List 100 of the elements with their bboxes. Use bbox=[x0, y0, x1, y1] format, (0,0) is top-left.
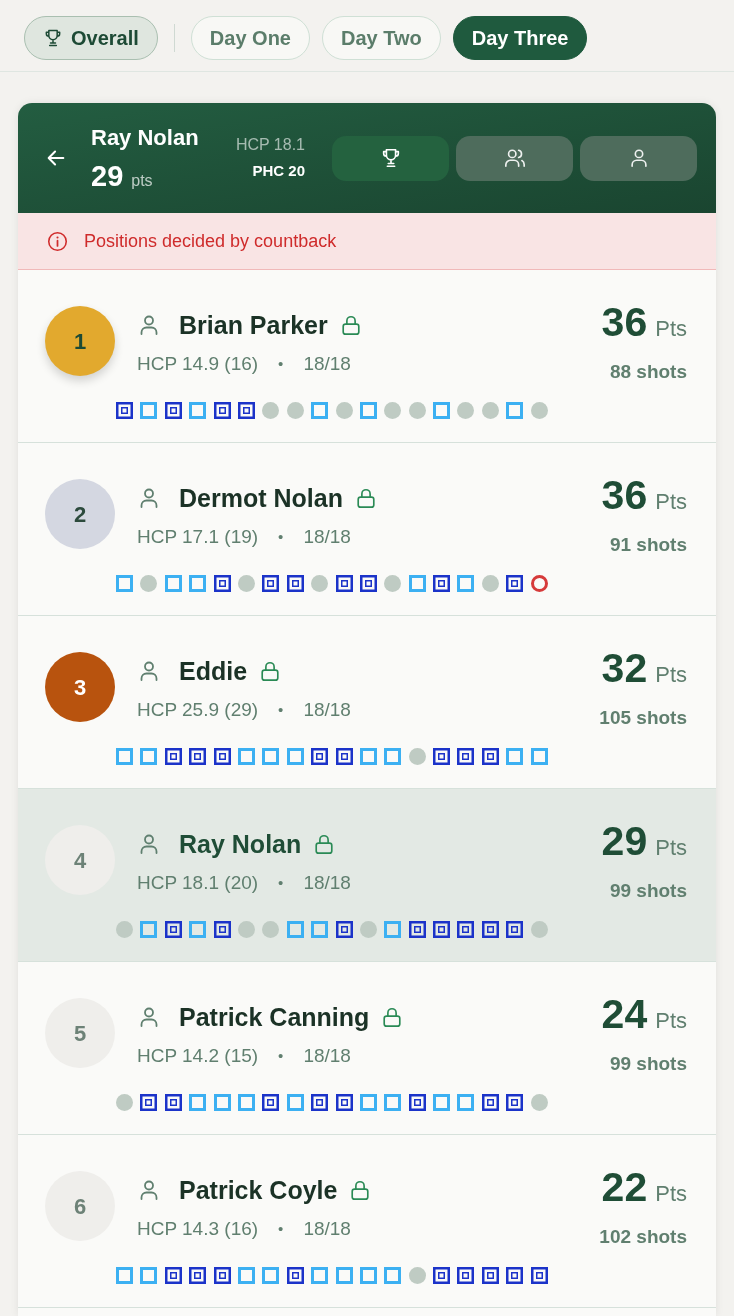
dot-icon bbox=[286, 402, 304, 419]
square-icon bbox=[213, 1094, 231, 1111]
double-square-icon bbox=[433, 575, 451, 592]
double-square-icon bbox=[481, 1267, 499, 1284]
dot-icon bbox=[408, 402, 426, 419]
handicap-text: HCP 18.1 bbox=[235, 135, 305, 155]
square-icon bbox=[506, 402, 524, 419]
dot-icon bbox=[384, 575, 402, 592]
double-square-icon bbox=[237, 402, 255, 419]
position-badge: 2 bbox=[45, 479, 115, 549]
square-icon bbox=[286, 748, 304, 765]
shots-count: 91 shots bbox=[609, 533, 687, 557]
dot-icon bbox=[530, 921, 548, 938]
double-square-icon bbox=[457, 1267, 475, 1284]
square-icon bbox=[384, 1267, 402, 1284]
square-icon bbox=[140, 921, 158, 938]
group-icon bbox=[503, 147, 526, 169]
leaderboard-row[interactable]: 1 Brian Parker HCP 14.9 (16) • 18/18 36 Pts 88 shots bbox=[18, 270, 716, 443]
dot-icon bbox=[408, 748, 426, 765]
shots-count: 102 shots bbox=[599, 1225, 687, 1249]
player-name: Brian Parker bbox=[179, 310, 328, 341]
double-square-icon bbox=[433, 921, 451, 938]
double-square-icon bbox=[286, 1267, 304, 1284]
points-value: 22 bbox=[601, 1167, 648, 1207]
square-icon bbox=[384, 921, 402, 938]
double-square-icon bbox=[335, 921, 353, 938]
double-square-icon bbox=[457, 921, 475, 938]
square-icon bbox=[237, 1267, 255, 1284]
separator: • bbox=[278, 1218, 284, 1239]
square-icon bbox=[140, 402, 158, 419]
position-badge: 5 bbox=[45, 998, 115, 1068]
leaderboard-row[interactable]: 4 Ray Nolan HCP 18.1 (20) • 18/18 29 Pts 99 shots bbox=[18, 789, 716, 962]
points-unit: Pts bbox=[655, 834, 687, 862]
dot-icon bbox=[530, 1094, 548, 1111]
square-icon bbox=[189, 402, 207, 419]
holes-played: 18/18 bbox=[303, 1043, 351, 1068]
player-name: Eddie bbox=[179, 656, 248, 687]
shots-count: 105 shots bbox=[599, 706, 687, 730]
points-value: 36 bbox=[601, 475, 648, 515]
leaderboard-row[interactable]: 2 Dermot Nolan HCP 17.1 (19) • 18/18 36 Pts 91 shots bbox=[18, 443, 716, 616]
double-square-icon bbox=[457, 748, 475, 765]
dot-icon bbox=[262, 402, 280, 419]
square-icon bbox=[457, 575, 475, 592]
square-icon bbox=[457, 1094, 475, 1111]
dot-icon bbox=[140, 575, 158, 592]
points-unit: Pts bbox=[655, 488, 687, 516]
dot-icon bbox=[116, 1094, 133, 1111]
player-name: Patrick Canning bbox=[179, 1002, 370, 1033]
square-icon bbox=[384, 1094, 402, 1111]
square-icon bbox=[506, 748, 524, 765]
square-icon bbox=[189, 575, 207, 592]
view-button[interactable] bbox=[456, 135, 573, 181]
separator: • bbox=[278, 353, 284, 374]
dot-icon bbox=[457, 402, 475, 419]
position-badge: 4 bbox=[45, 825, 115, 895]
separator: • bbox=[278, 699, 284, 720]
square-icon bbox=[164, 575, 182, 592]
double-square-icon bbox=[262, 575, 280, 592]
double-square-icon bbox=[286, 575, 304, 592]
points-value: 32 bbox=[601, 648, 648, 688]
square-icon bbox=[311, 402, 329, 419]
double-square-icon bbox=[481, 1094, 499, 1111]
leaderboard-row[interactable]: 3 Eddie HCP 25.9 (29) • 18/18 32 Pts 105 shots bbox=[18, 616, 716, 789]
square-icon bbox=[189, 921, 207, 938]
points-value: 24 bbox=[601, 994, 648, 1034]
handicap-text: HCP 14.3 (16) bbox=[137, 1216, 259, 1241]
dot-icon bbox=[530, 402, 548, 419]
double-square-icon bbox=[213, 575, 231, 592]
filter-tab[interactable]: Day Three bbox=[452, 15, 588, 60]
playing-handicap-text: PHC 20 bbox=[252, 161, 305, 181]
leaderboard-row[interactable]: 6 Patrick Coyle HCP 14.3 (16) • 18/18 22 Pts 102 shots bbox=[18, 1135, 716, 1308]
leaderboard-row[interactable]: 5 Patrick Canning HCP 14.2 (15) • 18/18 24 Pts 99 shots bbox=[18, 962, 716, 1135]
square-icon bbox=[530, 748, 548, 765]
square-icon bbox=[359, 1094, 377, 1111]
double-square-icon bbox=[506, 1267, 524, 1284]
square-icon bbox=[311, 1267, 329, 1284]
double-square-icon bbox=[140, 1094, 158, 1111]
separator: • bbox=[278, 526, 284, 547]
square-icon bbox=[140, 1267, 158, 1284]
filter-tab[interactable]: Day One bbox=[190, 15, 310, 60]
filter-tab[interactable]: Overall bbox=[24, 15, 158, 60]
position-badge: 6 bbox=[45, 1171, 115, 1241]
double-square-icon bbox=[164, 402, 182, 419]
shots-count: 99 shots bbox=[609, 879, 687, 903]
square-icon bbox=[335, 1267, 353, 1284]
holes-played: 18/18 bbox=[303, 870, 351, 895]
points-value: 36 bbox=[601, 302, 648, 342]
double-square-icon bbox=[116, 402, 133, 419]
player-name: Ray Nolan bbox=[91, 123, 200, 152]
dot-icon bbox=[237, 575, 255, 592]
filter-tab[interactable]: Day Two bbox=[322, 15, 441, 60]
dot-icon bbox=[359, 921, 377, 938]
square-icon bbox=[116, 1267, 133, 1284]
square-icon bbox=[286, 1094, 304, 1111]
double-square-icon bbox=[335, 748, 353, 765]
double-square-icon bbox=[506, 921, 524, 938]
dot-icon bbox=[262, 921, 280, 938]
double-square-icon bbox=[335, 575, 353, 592]
view-button[interactable] bbox=[580, 135, 697, 181]
view-button[interactable] bbox=[332, 135, 449, 181]
